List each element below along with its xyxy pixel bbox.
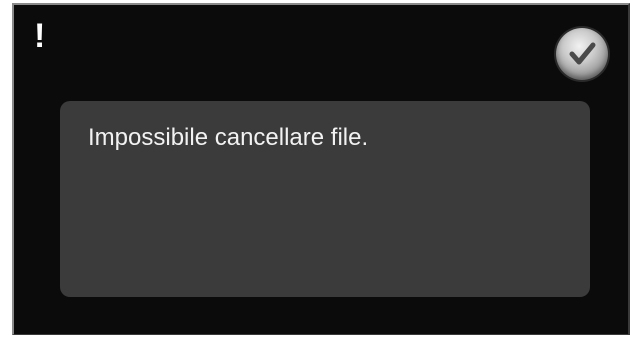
message-panel: Impossibile cancellare file. (60, 101, 590, 297)
checkmark-icon (569, 42, 596, 65)
error-dialog: ! Impossibile cancellare file. (12, 3, 630, 335)
alert-icon: ! (34, 17, 46, 55)
error-message: Impossibile cancellare file. (88, 124, 369, 151)
confirm-button[interactable] (556, 28, 608, 80)
